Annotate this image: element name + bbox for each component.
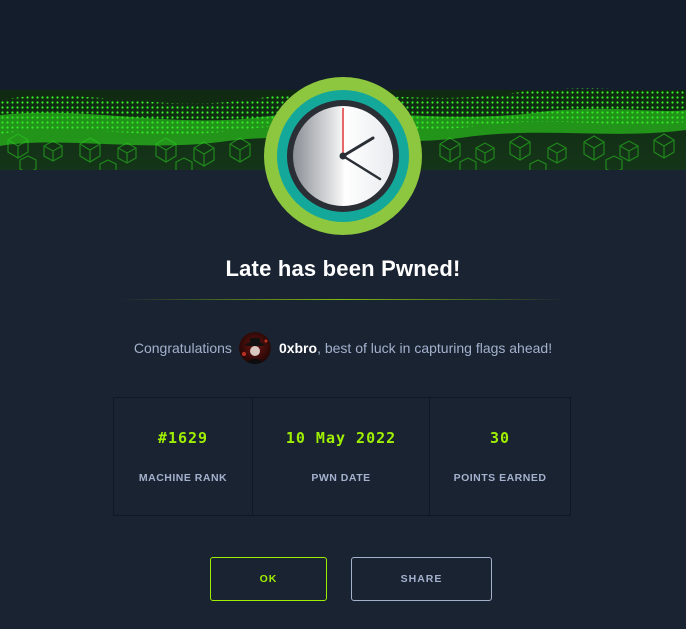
ok-button[interactable]: OK bbox=[210, 557, 327, 601]
username-link[interactable]: 0xbro bbox=[279, 340, 317, 356]
stat-pwn-date: 10 May 2022 PWN DATE bbox=[253, 398, 430, 515]
stat-label: MACHINE RANK bbox=[138, 472, 228, 484]
stat-value: 10 May 2022 bbox=[285, 429, 397, 447]
stat-value: 30 bbox=[489, 429, 511, 447]
stat-points-earned: 30 POINTS EARNED bbox=[430, 398, 570, 515]
stat-label: PWN DATE bbox=[311, 472, 371, 484]
congrats-prefix: Congratulations bbox=[133, 340, 232, 356]
clock-icon bbox=[264, 77, 422, 235]
title-divider bbox=[120, 299, 566, 300]
congrats-suffix: , best of luck in capturing flags ahead! bbox=[317, 340, 553, 356]
stat-value: #1629 bbox=[157, 429, 209, 447]
stat-label: POINTS EARNED bbox=[453, 472, 547, 484]
stats-panel: #1629 MACHINE RANK 10 May 2022 PWN DATE … bbox=[113, 397, 571, 516]
congrats-message: Congratulations 0xbro , best of luck in … bbox=[0, 330, 686, 366]
pwned-modal: Late has been Pwned! Congratulations 0xb… bbox=[0, 0, 686, 629]
user-avatar[interactable] bbox=[238, 332, 271, 364]
page-title: Late has been Pwned! bbox=[225, 256, 461, 281]
share-button[interactable]: SHARE bbox=[351, 557, 492, 601]
stat-machine-rank: #1629 MACHINE RANK bbox=[114, 398, 253, 515]
